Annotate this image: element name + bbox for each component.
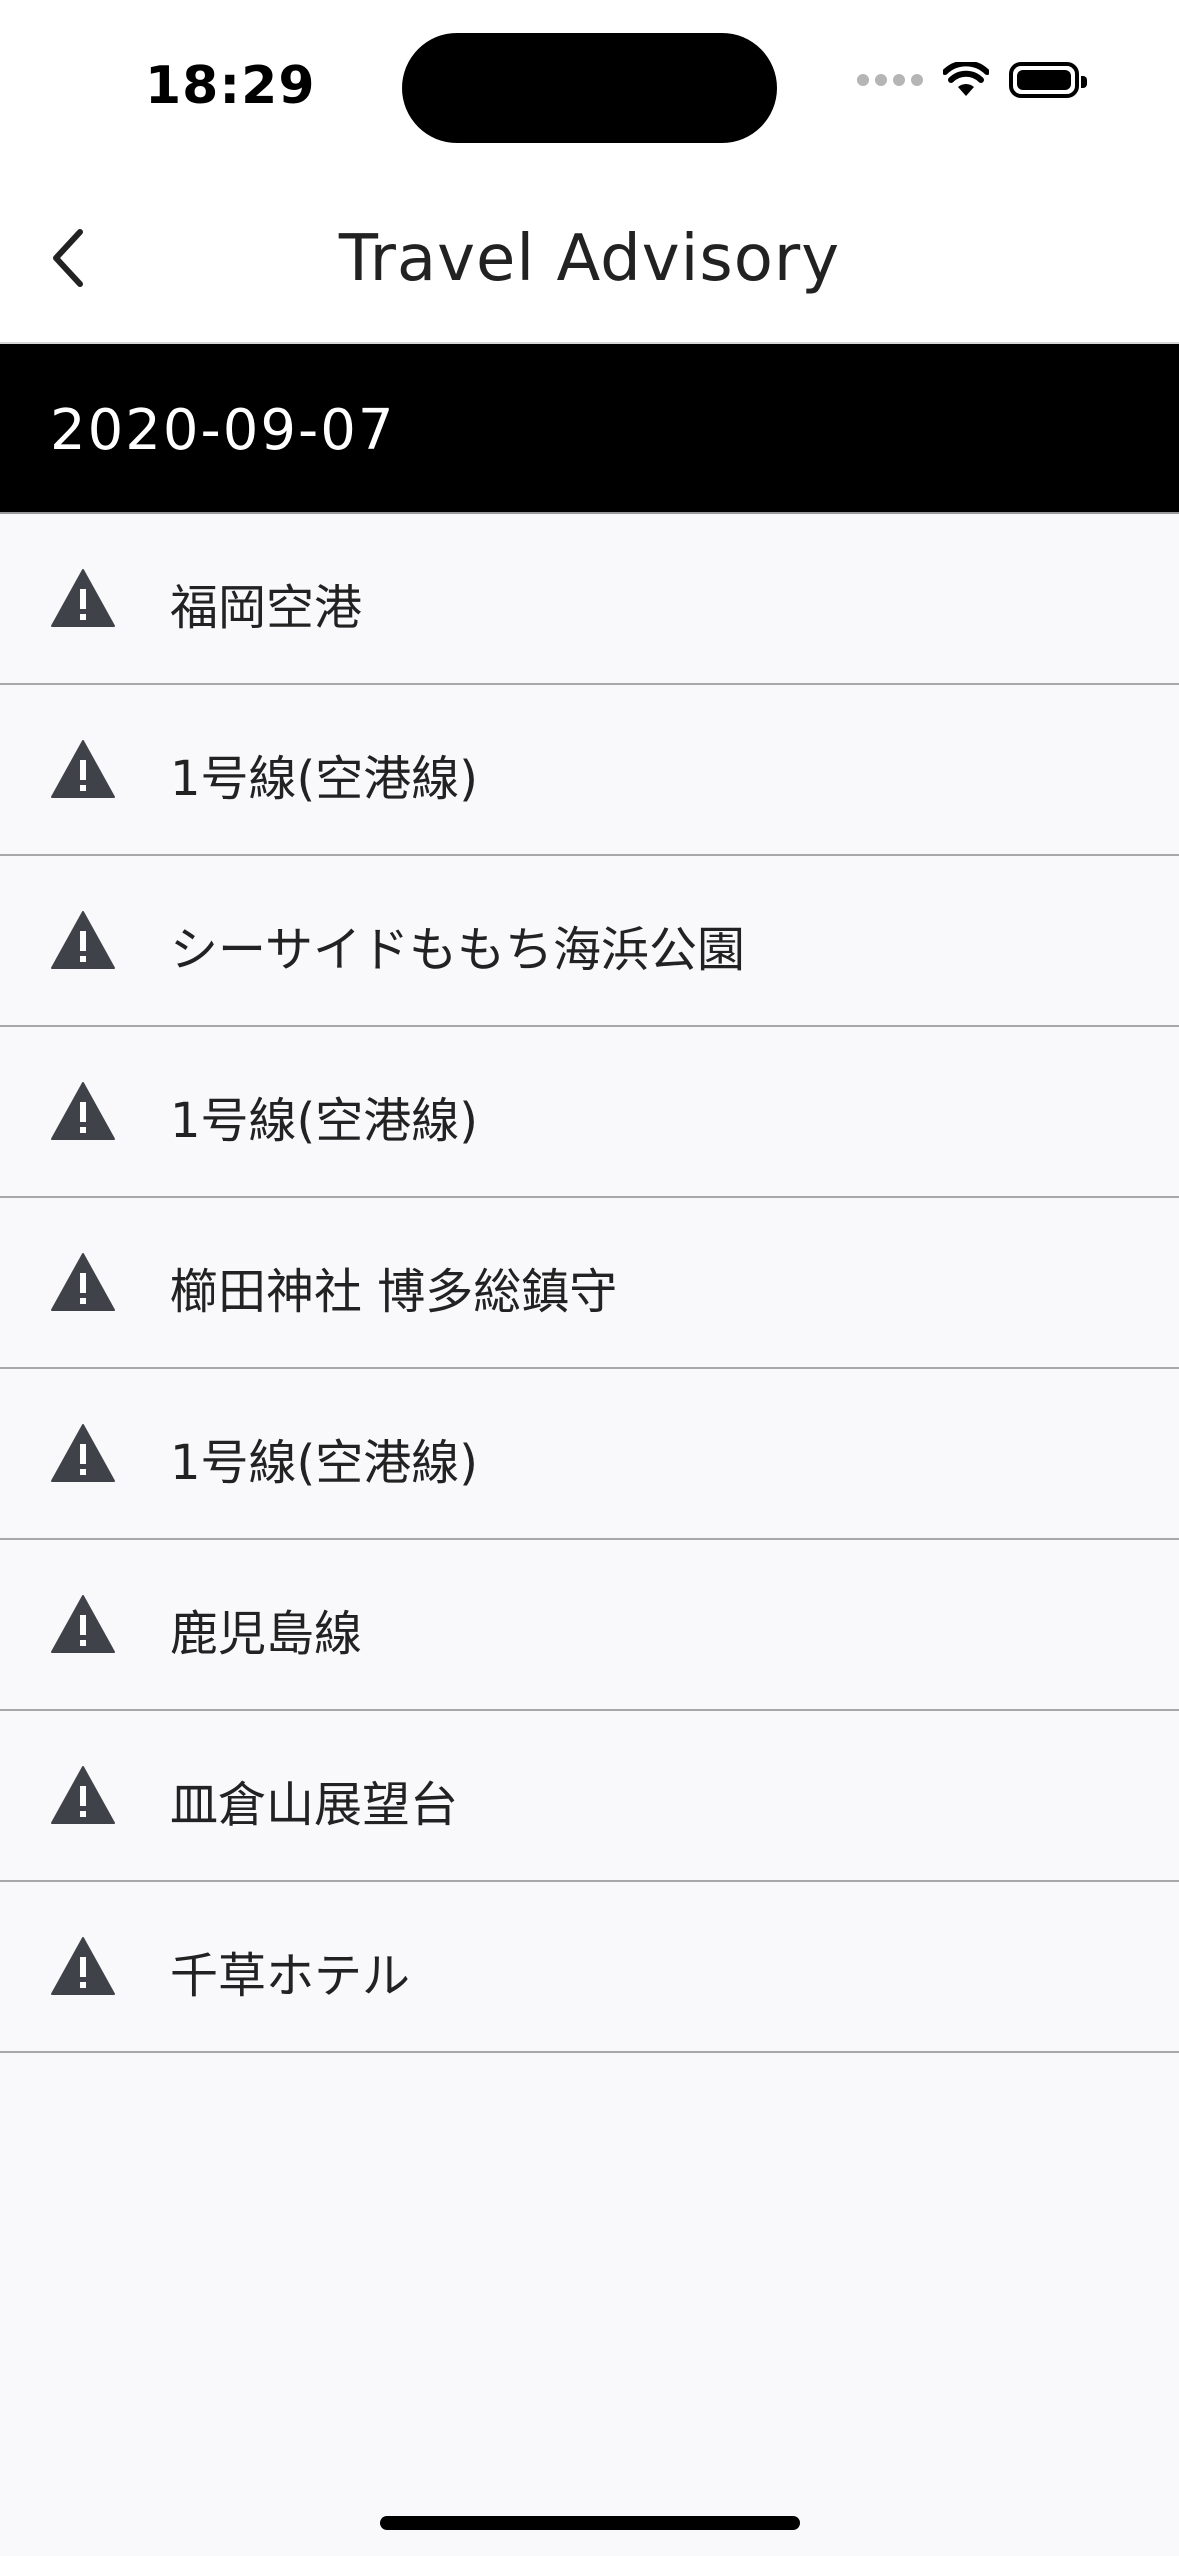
list-item[interactable]: 1号線(空港線) (0, 1369, 1179, 1540)
navigation-bar: Travel Advisory (0, 180, 1179, 344)
list-item-label: 1号線(空港線) (170, 751, 478, 807)
warning-icon (51, 569, 115, 627)
warning-icon (51, 1253, 115, 1311)
date-section-header: 2020-09-07 (0, 344, 1179, 514)
list-item[interactable]: 櫛田神社 博多総鎮守 (0, 1198, 1179, 1369)
list-item[interactable]: 福岡空港 (0, 514, 1179, 685)
list-item[interactable]: シーサイドももち海浜公園 (0, 856, 1179, 1027)
list-item-label: 鹿児島線 (170, 1606, 363, 1662)
warning-icon (51, 1937, 115, 1995)
date-label: 2020-09-07 (50, 398, 396, 463)
status-indicators (857, 62, 1087, 98)
warning-icon (51, 911, 115, 969)
list-item-label: 1号線(空港線) (170, 1093, 478, 1149)
list-item-label: 皿倉山展望台 (170, 1777, 459, 1833)
list-item-label: 福岡空港 (170, 580, 363, 636)
list-item[interactable]: 1号線(空港線) (0, 685, 1179, 856)
status-bar: 18:29 (0, 0, 1179, 180)
warning-icon (51, 1766, 115, 1824)
warning-icon (51, 740, 115, 798)
warning-icon (51, 1424, 115, 1482)
advisory-list: 福岡空港 1号線(空港線) シーサイドももち海浜公園 1号線(空港線) 櫛田神社 博多総… (0, 514, 1179, 2053)
list-item[interactable]: 1号線(空港線) (0, 1027, 1179, 1198)
list-item[interactable]: 皿倉山展望台 (0, 1711, 1179, 1882)
list-item-label: 千草ホテル (170, 1948, 411, 2004)
list-item-label: 櫛田神社 博多総鎮守 (170, 1264, 618, 1320)
status-time: 18:29 (145, 56, 316, 116)
warning-icon (51, 1595, 115, 1653)
list-item-label: シーサイドももち海浜公園 (170, 922, 746, 978)
list-item[interactable]: 鹿児島線 (0, 1540, 1179, 1711)
home-indicator[interactable] (380, 2516, 800, 2530)
warning-icon (51, 1082, 115, 1140)
cellular-signal-icon (857, 74, 923, 86)
list-item-label: 1号線(空港線) (170, 1435, 478, 1491)
dynamic-island (402, 33, 777, 143)
wifi-icon (943, 62, 989, 96)
battery-icon (1009, 62, 1087, 98)
list-item[interactable]: 千草ホテル (0, 1882, 1179, 2053)
page-title: Travel Advisory (338, 222, 841, 296)
